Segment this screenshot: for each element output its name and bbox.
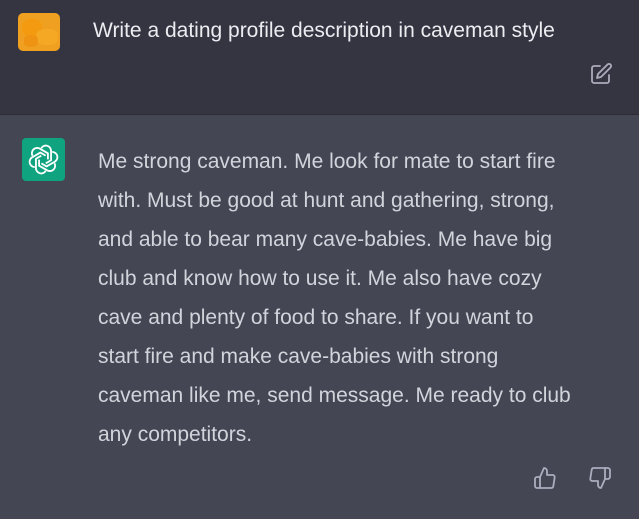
user-message-row: Write a dating profile description in ca…	[0, 0, 639, 114]
reply-line: any competitors.	[98, 423, 253, 446]
openai-logo-icon	[28, 144, 59, 175]
reply-line: Me strong caveman. Me look for mate to s…	[98, 150, 556, 173]
reply-line: and able to bear many cave-babies. Me ha…	[98, 228, 553, 251]
reply-line: club and know how to use it. Me also hav…	[98, 267, 542, 290]
chat-page: Write a dating profile description in ca…	[0, 0, 639, 519]
thumbs-down-icon[interactable]	[588, 466, 612, 490]
avatar-blot	[36, 29, 58, 45]
assistant-avatar	[22, 138, 65, 181]
user-message-text: Write a dating profile description in ca…	[93, 19, 555, 42]
reply-line: caveman like me, send message. Me ready …	[98, 384, 571, 407]
edit-icon[interactable]	[589, 62, 613, 86]
user-avatar	[18, 13, 60, 51]
reply-line: cave and plenty of food to share. If you…	[98, 306, 534, 329]
assistant-message-text: Me strong caveman. Me look for mate to s…	[98, 142, 618, 454]
avatar-blot	[24, 35, 38, 47]
reply-line: start fire and make cave-babies with str…	[98, 345, 499, 368]
thumbs-up-icon[interactable]	[533, 466, 557, 490]
reply-line: with. Must be good at hunt and gathering…	[98, 189, 555, 212]
